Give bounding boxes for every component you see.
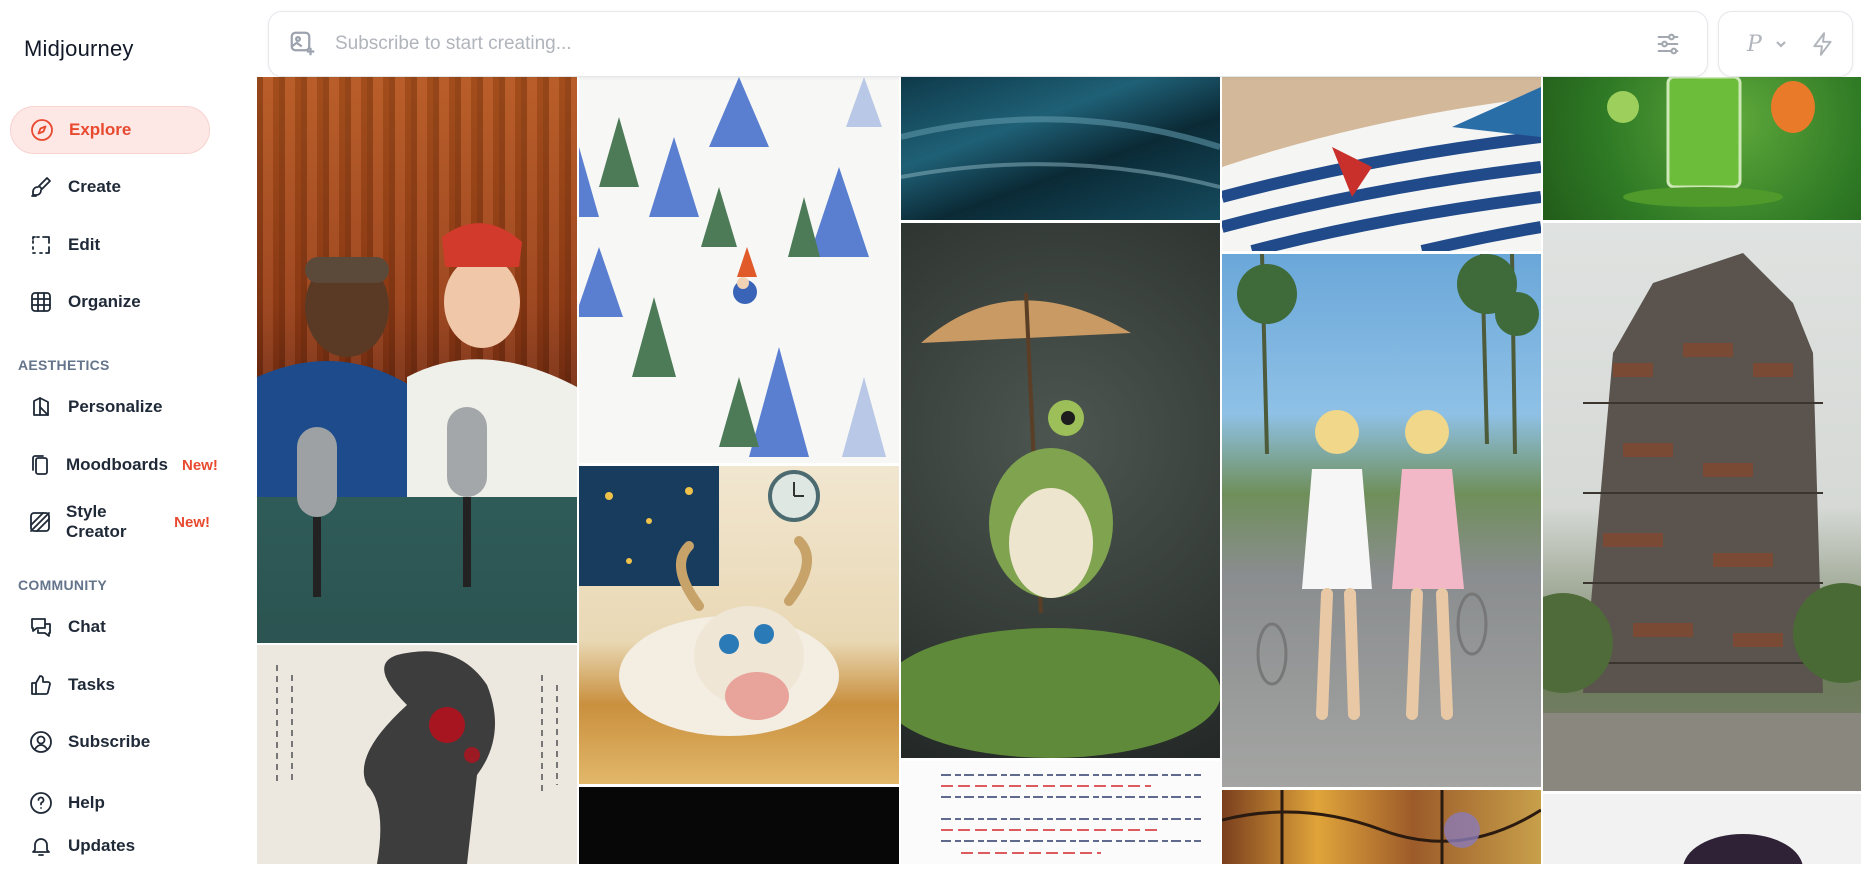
sidebar-item-label: Chat xyxy=(68,617,106,636)
sidebar-item-label: Organize xyxy=(68,292,141,311)
prompt-bar xyxy=(268,11,1708,77)
user-circle-icon xyxy=(28,729,54,755)
sidebar-item-updates[interactable]: Updates xyxy=(10,822,210,870)
help-icon xyxy=(28,790,54,816)
sidebar-item-label: Style Creator xyxy=(66,502,127,541)
compass-icon xyxy=(29,117,55,143)
mode-selector[interactable]: P xyxy=(1718,11,1853,77)
gallery-image-dark-scene[interactable] xyxy=(579,787,899,864)
sidebar-item-personalize[interactable]: Personalize xyxy=(10,383,210,431)
sidebar-item-label: Tasks xyxy=(68,675,115,694)
gallery-image-sleepy-goat[interactable] xyxy=(579,466,899,784)
moodboard-icon xyxy=(28,452,52,478)
sidebar-item-edit[interactable]: Edit xyxy=(10,221,210,269)
gallery-image-purple-object[interactable] xyxy=(1543,794,1861,864)
gallery-image-handwritten-notes[interactable] xyxy=(901,761,1220,864)
edit-icon xyxy=(28,232,54,258)
lightning-icon[interactable] xyxy=(1810,31,1836,57)
sidebar-item-tasks[interactable]: Tasks xyxy=(10,661,210,709)
gallery-image-ink-portrait[interactable] xyxy=(257,645,577,864)
gallery-image-striped-shirt[interactable] xyxy=(1222,77,1541,251)
thumbs-up-icon xyxy=(28,672,54,698)
section-label-aesthetics: AESTHETICS xyxy=(18,357,110,373)
explore-gallery xyxy=(257,77,1861,864)
style-creator-icon xyxy=(28,509,52,535)
prompt-input[interactable] xyxy=(335,33,1653,55)
bell-icon xyxy=(28,833,54,859)
new-badge: New! xyxy=(174,513,210,531)
image-add-icon[interactable] xyxy=(287,28,319,60)
sidebar: Midjourney Explore Create Edit Organize … xyxy=(0,0,257,864)
sidebar-item-explore[interactable]: Explore xyxy=(10,106,210,154)
gallery-image-podcast-hosts[interactable] xyxy=(257,77,577,643)
gallery-image-frog-umbrella[interactable] xyxy=(901,223,1220,758)
chevron-down-icon xyxy=(1774,37,1788,51)
sidebar-item-organize[interactable]: Organize xyxy=(10,278,210,326)
brand-logo[interactable]: Midjourney xyxy=(24,36,134,62)
sidebar-item-chat[interactable]: Chat xyxy=(10,603,210,651)
brush-icon xyxy=(28,174,54,200)
section-label-community: COMMUNITY xyxy=(18,577,108,593)
sidebar-item-moodboards[interactable]: Moodboards New! xyxy=(10,441,218,489)
sidebar-item-label: Subscribe xyxy=(68,732,151,751)
sidebar-item-label: Help xyxy=(68,793,105,812)
new-badge: New! xyxy=(182,456,218,474)
gallery-image-stained-glass[interactable] xyxy=(1222,790,1541,864)
mode-label: P xyxy=(1747,31,1762,57)
sidebar-item-label: Personalize xyxy=(68,397,163,416)
sidebar-item-help[interactable]: Help xyxy=(10,779,210,827)
sidebar-item-create[interactable]: Create xyxy=(10,163,210,211)
sidebar-item-label: Moodboards xyxy=(66,455,168,474)
sidebar-item-subscribe[interactable]: Subscribe xyxy=(10,718,210,766)
sidebar-item-label: Explore xyxy=(69,120,132,139)
sidebar-item-label: Create xyxy=(68,177,121,196)
sidebar-item-style-creator[interactable]: Style Creator New! xyxy=(10,498,210,546)
gallery-image-green-juice[interactable] xyxy=(1543,77,1861,220)
gallery-image-brutalist-tower[interactable] xyxy=(1543,223,1861,791)
personalize-icon xyxy=(28,394,54,420)
gallery-image-winter-gnome-pattern[interactable] xyxy=(579,77,899,463)
gallery-image-ocean-wave[interactable] xyxy=(901,77,1220,220)
sliders-icon[interactable] xyxy=(1653,29,1683,59)
grid-icon xyxy=(28,289,54,315)
chat-icon xyxy=(28,614,54,640)
sidebar-item-label: Edit xyxy=(68,235,101,254)
sidebar-item-label: Updates xyxy=(68,836,136,855)
gallery-image-tennis-twins[interactable] xyxy=(1222,254,1541,787)
